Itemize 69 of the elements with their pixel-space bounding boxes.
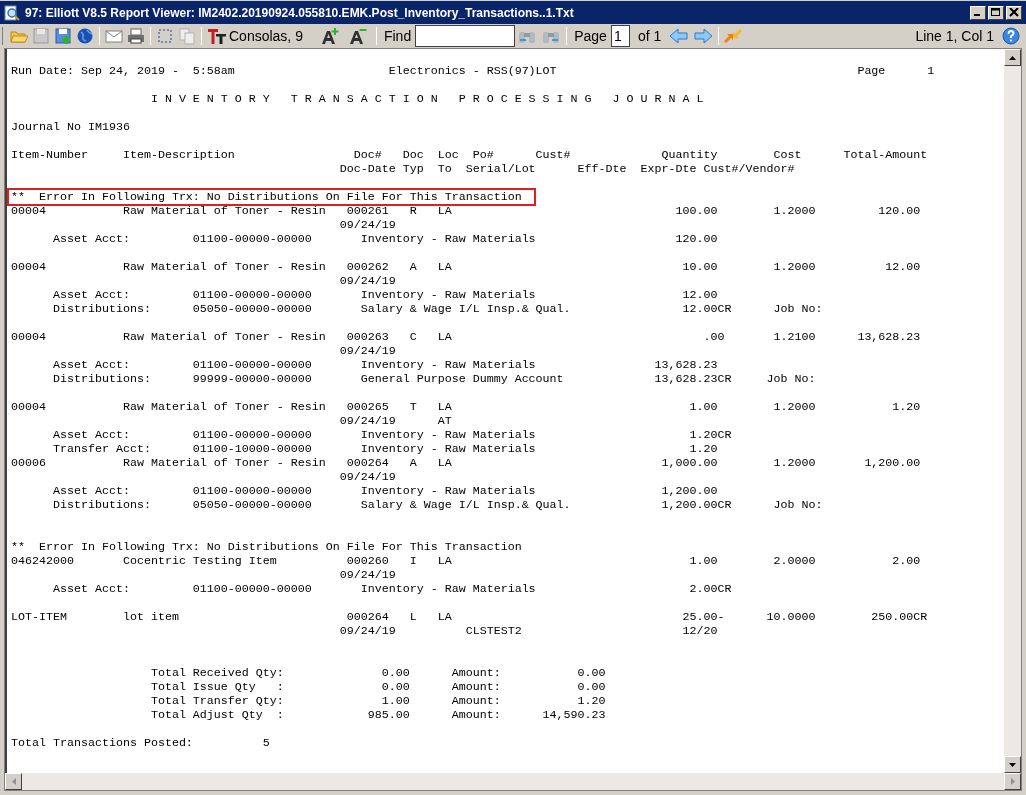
report-line: Distributions: 99999-00000-00000 General Purpose Dummy Account 13,628.23CR Job No:: [51, 372, 816, 386]
vertical-scrollbar[interactable]: [1004, 49, 1021, 773]
report-line: ** Error In Following Trx: No Distributions On File For This Transaction: [11, 540, 522, 554]
report-line: 00004 Raw Material of Toner - Resin 000263 C LA .00 1.2100 13,628.23: [11, 330, 921, 344]
report-line: Doc-Date Typ To Serial/Lot Eff-Dte Expr-Dte Cust#/Vendor#: [338, 162, 795, 176]
horizontal-scrollbar[interactable]: [5, 773, 1021, 790]
maximize-button[interactable]: [988, 5, 1004, 20]
magnifier-document-icon: [4, 4, 20, 21]
scroll-left-icon[interactable]: [11, 778, 16, 785]
scroll-up-icon: [1009, 55, 1016, 60]
envelope-icon[interactable]: [105, 27, 123, 45]
report-line: Total Issue Qty : 0.00 Amount: 0.00: [149, 680, 606, 694]
report-line: Asset Acct: 01100-00000-00000 Inventory - Raw Materials 1,200.00: [51, 484, 718, 498]
find-field[interactable]: [415, 25, 516, 47]
report-line: 00004 Raw Material of Toner - Resin 000262 A LA 10.00 1.2000 12.00: [11, 260, 921, 274]
globe-icon[interactable]: [76, 27, 94, 45]
report-line: 09/24/19: [338, 470, 396, 484]
report-line: Asset Acct: 01100-00000-00000 Inventory - Raw Materials 120.00: [51, 232, 718, 246]
help-icon[interactable]: [1002, 27, 1020, 45]
decrease-font-icon[interactable]: [348, 27, 369, 45]
find-label: Find: [383, 26, 412, 46]
export-arrows-icon[interactable]: [724, 27, 743, 45]
report-line: 09/24/19: [338, 568, 396, 582]
font-name-label[interactable]: Consolas, 9: [229, 25, 303, 47]
report-line: Journal No IM1936: [11, 120, 130, 134]
close-button[interactable]: [1006, 5, 1022, 20]
page-label: Page: [574, 26, 607, 46]
report-line: Distributions: 05050-00000-00000 Salary & Wage I/L Insp.& Qual. 12.00CR Job No:: [51, 302, 823, 316]
report-line: Asset Acct: 01100-00000-00000 Inventory - Raw Materials 13,628.23: [51, 358, 718, 372]
save-plus-icon[interactable]: [54, 27, 72, 45]
page-count-label: of 1: [637, 26, 662, 46]
report-line: ** Error In Following Trx: No Distributions On File For This Transaction: [9, 190, 534, 204]
scroll-up-button[interactable]: [1004, 49, 1021, 66]
report-line: Asset Acct: 01100-00000-00000 Inventory - Raw Materials 1.20CR: [51, 428, 732, 442]
minimize-button[interactable]: [970, 5, 986, 20]
cursor-position: Line 1, Col 1: [915, 26, 994, 46]
report-line: Asset Acct: 01100-00000-00000 Inventory - Raw Materials 12.00: [51, 288, 718, 302]
report-line: Total Transfer Qty: 1.00 Amount: 1.20: [149, 694, 606, 708]
printer-icon[interactable]: [127, 27, 145, 45]
report-line: 09/24/19 AT: [338, 414, 452, 428]
report-line: Item-Number Item-Description Doc# Doc Loc Po# Cust# Quantity Cost Total-Amount: [11, 148, 928, 162]
report-line: 00004 Raw Material of Toner - Resin 000261 R LA 100.00 1.2000 120.00: [11, 204, 921, 218]
report-line: 09/24/19: [338, 344, 396, 358]
report-line: Distributions: 05050-00000-00000 Salary & Wage I/L Insp.& Qual. 1,200.00CR Job No:: [51, 498, 823, 512]
report-line: Total Adjust Qty : 985.00 Amount: 14,590.23: [149, 708, 606, 722]
font-icon[interactable]: [207, 27, 227, 45]
report-line: 046242000 Cocentric Testing Item 000260 I LA 1.00 2.0000 2.00: [11, 554, 921, 568]
maximize-icon: [991, 8, 1001, 17]
report-line: 00006 Raw Material of Toner - Resin 000264 A LA 1,000.00 1.2000 1,200.00: [11, 456, 921, 470]
report-line: Total Transactions Posted: 5: [11, 736, 270, 750]
report-line: Transfer Acct: 01100-10000-00000 Inventory - Raw Materials 1.20: [51, 442, 718, 456]
report-line: LOT-ITEM lot item 000264 L LA 25.00- 10.0000 250.00CR: [11, 610, 928, 624]
report-line: 09/24/19: [338, 218, 396, 232]
report-line: Total Received Qty: 0.00 Amount: 0.00: [149, 666, 606, 680]
close-icon: [1009, 8, 1019, 17]
scroll-down-icon[interactable]: [1009, 762, 1016, 767]
window-title: 97: Elliott V8.5 Report Viewer: IM2402.20190924.055810.EMK.Post_Inventory_Transactions..1.Txt: [25, 4, 574, 22]
report-line: I N V E N T O R Y T R A N S A C T I O N P R O C E S S I N G J O U R N A L: [149, 92, 704, 106]
report-line: Asset Acct: 01100-00000-00000 Inventory - Raw Materials 2.00CR: [51, 582, 732, 596]
arrow-left-icon[interactable]: [669, 27, 690, 45]
increase-font-icon[interactable]: [320, 27, 341, 45]
report-line: Run Date: Sep 24, 2019 - 5:58am Electronics - RSS(97)LOT Page 1: [11, 64, 935, 78]
arrow-right-icon[interactable]: [693, 27, 714, 45]
report-line: 09/24/19: [338, 274, 396, 288]
scroll-right-icon[interactable]: [1010, 778, 1015, 785]
page-field[interactable]: 1: [610, 25, 630, 47]
report-line: 09/24/19 CLSTEST2 12/20: [338, 624, 718, 638]
dashed-selection-icon[interactable]: [156, 27, 174, 45]
report-line: 00004 Raw Material of Toner - Resin 000265 T LA 1.00 1.2000 1.20: [11, 400, 921, 414]
